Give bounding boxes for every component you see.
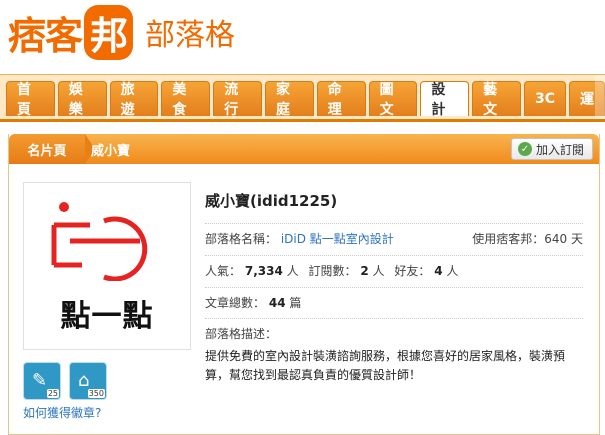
popularity-label: 人氣： [205, 263, 242, 278]
friends-label: 好友： [394, 263, 431, 278]
subscribe-label: 加入訂閱 [535, 142, 584, 157]
home-icon: ⌂ [78, 370, 90, 391]
nav-item-arts[interactable]: 藝文 [472, 81, 521, 118]
popularity-unit: 人 [286, 263, 299, 278]
idid-logo-icon [51, 202, 148, 281]
blog-name-label: 部落格名稱： [205, 232, 278, 246]
usage-days: 使用痞客邦：640 天 [472, 232, 583, 246]
profile-card: 名片頁 威小寶 ✓ 加入訂閱 點一點 ✎ 25 ⌂ 350 如何獲得徽章? 威小… [8, 134, 600, 435]
badge-list: ✎ 25 ⌂ 350 [23, 362, 107, 400]
logo-sub-text: 部落格 [145, 18, 236, 53]
avatar: 點一點 [23, 182, 191, 350]
nav-item-entertainment[interactable]: 娛樂 [57, 81, 107, 118]
profile-name: 威小寶(idid1225) [205, 192, 338, 210]
friends-unit: 人 [446, 263, 459, 278]
subscribers-label: 訂閱數： [308, 263, 357, 278]
blog-name-row: 部落格名稱： iDiD 點一點室內設計 使用痞客邦：640 天 [205, 223, 583, 255]
badge-home[interactable]: ⌂ 350 [69, 362, 107, 400]
friends-value: 4 [434, 263, 443, 278]
check-icon: ✓ [517, 142, 532, 156]
articles-label: 文章總數： [205, 295, 266, 310]
badge-count: 350 [87, 389, 105, 398]
subscribers-value: 2 [360, 263, 369, 278]
subscribers-unit: 人 [372, 263, 385, 278]
nav-item-fashion[interactable]: 流行 [213, 81, 262, 118]
category-nav: 首頁 娛樂 旅遊 美食 流行 家庭 命理 圖文 設計 藝文 3C 運 [0, 74, 605, 122]
badge-help-link[interactable]: 如何獲得徽章? [23, 404, 101, 421]
nav-item-home[interactable]: 首頁 [6, 81, 55, 118]
subscribe-button[interactable]: ✓ 加入訂閱 [510, 138, 593, 160]
profile-title-name: 威小寶 [91, 143, 131, 159]
nav-item-food[interactable]: 美食 [161, 81, 211, 118]
nav-item-design[interactable]: 設計 [420, 81, 470, 118]
articles-value: 44 [268, 295, 286, 310]
blog-name-link[interactable]: iDiD 點一點室內設計 [281, 232, 394, 246]
badge-count: 25 [46, 389, 59, 398]
profile-title-bar: 名片頁 威小寶 ✓ 加入訂閱 [9, 134, 599, 164]
profile-tab[interactable]: 名片頁 [9, 134, 95, 164]
pencil-icon: ✎ [32, 370, 48, 391]
description-label: 部落格描述： [205, 327, 278, 342]
popularity-value: 7,334 [244, 263, 283, 278]
nav-item-travel[interactable]: 旅遊 [109, 81, 159, 118]
logo-main-text: 痞客邦 [8, 4, 135, 60]
nav-item-family[interactable]: 家庭 [264, 81, 314, 118]
stats-row: 人氣： 7,334 人 訂閱數： 2 人 好友： 4 人 [205, 254, 583, 287]
badge-edit[interactable]: ✎ 25 [23, 362, 61, 400]
site-header: 痞客邦 部落格 [0, 0, 605, 72]
articles-unit: 篇 [289, 295, 302, 310]
articles-row: 文章總數： 44 篇 [205, 286, 583, 319]
nav-item-3c[interactable]: 3C [523, 81, 566, 116]
description-text: 提供免費的室內設計裝潢諮詢服務，根據您喜好的居家風格，裝潢預算，幫您找到最認真負… [205, 349, 566, 383]
nav-item-fortune[interactable]: 命理 [316, 81, 366, 118]
nav-item-comics[interactable]: 圖文 [368, 81, 418, 118]
profile-info: 威小寶(idid1225) 部落格名稱： iDiD 點一點室內設計 使用痞客邦：… [205, 190, 583, 393]
avatar-label: 點一點 [60, 299, 154, 334]
nav-fade [595, 75, 605, 119]
description-row: 部落格描述： 提供免費的室內設計裝潢諮詢服務，根據您喜好的居家風格，裝潢預算，幫… [205, 318, 583, 392]
site-logo[interactable]: 痞客邦 部落格 [8, 4, 236, 60]
